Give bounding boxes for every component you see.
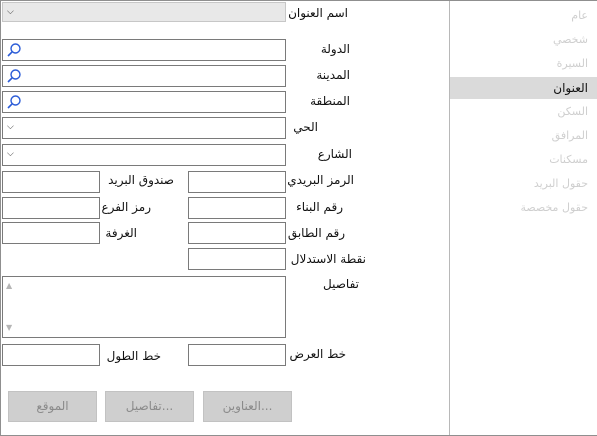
latitude-label: خط العرض xyxy=(289,347,346,361)
sidebar-item-biography[interactable]: السيرة xyxy=(450,53,597,75)
longitude-field[interactable] xyxy=(2,344,100,366)
room-field[interactable] xyxy=(2,222,100,244)
po-box-field[interactable] xyxy=(2,171,100,193)
building-number-label: رقم البناء xyxy=(296,200,343,214)
city-label: المدينة xyxy=(316,68,350,82)
sidebar-item-address[interactable]: العنوان xyxy=(450,77,597,99)
magnifier-icon[interactable] xyxy=(6,42,22,58)
postal-code-field[interactable] xyxy=(188,171,286,193)
branch-code-label: رمز الفرع xyxy=(101,200,152,214)
magnifier-icon[interactable] xyxy=(6,94,22,110)
details-button[interactable]: تفاصيل... xyxy=(105,391,194,422)
region-label: المنطقة xyxy=(310,94,350,108)
sidebar-item-housing[interactable]: السكن xyxy=(450,101,597,123)
branch-code-field[interactable] xyxy=(2,197,100,219)
sidebar-item-mail-fields[interactable]: حقول البريد xyxy=(450,173,597,195)
longitude-label: خط الطول xyxy=(106,349,161,363)
sidebar-item-facilities[interactable]: المرافق xyxy=(450,125,597,147)
details-textarea[interactable]: ▲ ▼ xyxy=(2,276,286,338)
chevron-down-icon: ⌵ xyxy=(7,7,14,17)
chevron-down-icon: ⌵ xyxy=(7,149,14,159)
address-name-select[interactable]: ⌵ xyxy=(2,2,286,22)
address-name-label: اسم العنوان xyxy=(288,6,348,20)
street-select[interactable]: ⌵ xyxy=(2,144,286,166)
floor-number-field[interactable] xyxy=(188,222,286,244)
room-label: الغرفة xyxy=(105,226,137,240)
po-box-label: صندوق البريد xyxy=(108,173,174,187)
landmark-label: نقطة الاستدلال xyxy=(290,252,366,266)
city-field[interactable] xyxy=(2,65,286,87)
chevron-down-icon: ⌵ xyxy=(7,122,14,132)
region-field[interactable] xyxy=(2,91,286,113)
sidebar-item-personal[interactable]: شخصي xyxy=(450,29,597,51)
addresses-button[interactable]: العناوين... xyxy=(203,391,292,422)
magnifier-icon[interactable] xyxy=(6,68,22,84)
district-label: الحي xyxy=(293,120,318,134)
country-field[interactable] xyxy=(2,39,286,61)
sidebar-item-custom-fields[interactable]: حقول مخصصة xyxy=(450,197,597,219)
country-label: الدولة xyxy=(320,42,350,56)
address-form-window: عام شخصي السيرة العنوان السكن المرافق مس… xyxy=(0,0,597,436)
street-label: الشارع xyxy=(317,147,352,161)
location-button[interactable]: الموقع xyxy=(8,391,97,422)
postal-code-label: الرمز البريدي xyxy=(287,173,354,187)
sidebar-item-general[interactable]: عام xyxy=(450,5,597,27)
details-label: تفاصيل xyxy=(323,277,359,291)
latitude-field[interactable] xyxy=(188,344,286,366)
landmark-field[interactable] xyxy=(188,248,286,270)
scroll-up-arrow-icon[interactable]: ▲ xyxy=(6,281,16,291)
scroll-down-arrow-icon[interactable]: ▼ xyxy=(6,323,16,333)
district-select[interactable]: ⌵ xyxy=(2,117,286,139)
sidebar: عام شخصي السيرة العنوان السكن المرافق مس… xyxy=(449,1,597,435)
sidebar-item-residences[interactable]: مسكنات xyxy=(450,149,597,171)
building-number-field[interactable] xyxy=(188,197,286,219)
floor-number-label: رقم الطابق xyxy=(287,226,345,240)
